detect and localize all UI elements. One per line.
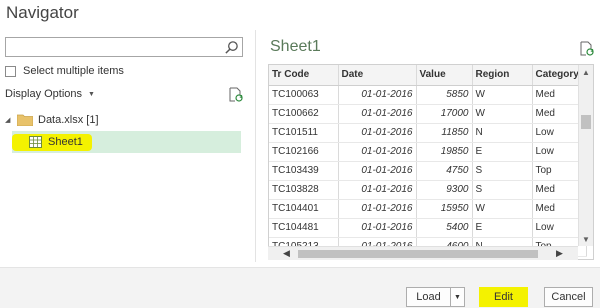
cancel-button[interactable]: Cancel bbox=[544, 287, 593, 307]
table-cell: 01-01-2016 bbox=[338, 104, 417, 124]
table-cell: E bbox=[472, 142, 533, 162]
table-cell: TC104481 bbox=[269, 218, 339, 238]
table-row: TC102166 01-01-2016 19850 E Low bbox=[269, 142, 587, 162]
column-header[interactable]: Tr Code bbox=[269, 65, 339, 86]
table-cell: N bbox=[472, 123, 533, 143]
scroll-thumb[interactable] bbox=[298, 250, 538, 258]
horizontal-scrollbar[interactable]: ◀ ▶ bbox=[268, 246, 578, 260]
table-row: TC104401 01-01-2016 15950 W Med bbox=[269, 199, 587, 219]
table-cell: S bbox=[472, 161, 533, 181]
table-cell: 01-01-2016 bbox=[338, 180, 417, 200]
refresh-icon[interactable] bbox=[580, 41, 594, 56]
table-cell: W bbox=[472, 85, 533, 105]
tree-item-file-label: Data.xlsx [1] bbox=[38, 114, 99, 126]
column-header[interactable]: Region bbox=[472, 65, 533, 86]
table-cell: TC103828 bbox=[269, 180, 339, 200]
column-header[interactable]: Value bbox=[416, 65, 473, 86]
table-cell: TC100063 bbox=[269, 85, 339, 105]
table-cell: 01-01-2016 bbox=[338, 161, 417, 181]
table-row: TC100063 01-01-2016 5850 W Med bbox=[269, 85, 587, 105]
sheet-icon bbox=[29, 136, 42, 148]
display-options-dropdown[interactable]: Display Options ▼ bbox=[5, 88, 95, 100]
preview-table: Tr Code Date Value Region Category TC100… bbox=[269, 65, 587, 257]
load-dropdown-button[interactable]: ▼ bbox=[451, 287, 465, 307]
preview-grid[interactable]: Tr Code Date Value Region Category TC100… bbox=[268, 64, 594, 260]
table-cell: 9300 bbox=[416, 180, 473, 200]
scroll-left-icon[interactable]: ◀ bbox=[283, 248, 290, 259]
search-icon[interactable] bbox=[224, 40, 239, 55]
table-cell: TC101511 bbox=[269, 123, 339, 143]
table-cell: W bbox=[472, 104, 533, 124]
table-cell: 5850 bbox=[416, 85, 473, 105]
table-cell: TC102166 bbox=[269, 142, 339, 162]
select-multiple-label: Select multiple items bbox=[23, 65, 124, 77]
tree-item-data-xlsx[interactable]: ◢ Data.xlsx [1] bbox=[5, 112, 99, 128]
table-cell: 5400 bbox=[416, 218, 473, 238]
table-cell: 01-01-2016 bbox=[338, 199, 417, 219]
scroll-up-icon[interactable]: ▲ bbox=[582, 68, 590, 77]
tree-item-sheet-label: Sheet1 bbox=[48, 136, 83, 148]
scroll-right-icon[interactable]: ▶ bbox=[556, 248, 563, 259]
table-cell: 01-01-2016 bbox=[338, 85, 417, 105]
table-row: TC101511 01-01-2016 11850 N Low bbox=[269, 123, 587, 143]
table-row: TC100662 01-01-2016 17000 W Med bbox=[269, 104, 587, 124]
preview-title: Sheet1 bbox=[270, 38, 321, 55]
table-cell: 17000 bbox=[416, 104, 473, 124]
select-multiple-checkbox[interactable] bbox=[5, 65, 16, 77]
table-row: TC103439 01-01-2016 4750 S Top bbox=[269, 161, 587, 181]
expand-triangle-icon[interactable]: ◢ bbox=[5, 116, 17, 124]
window-title: Navigator bbox=[6, 3, 79, 22]
column-header[interactable]: Date bbox=[338, 65, 417, 86]
vertical-scrollbar[interactable]: ▲ ▼ bbox=[578, 65, 593, 246]
table-cell: TC104401 bbox=[269, 199, 339, 219]
scroll-thumb[interactable] bbox=[581, 115, 591, 129]
edit-button[interactable]: Edit bbox=[479, 287, 528, 307]
table-cell: W bbox=[472, 199, 533, 219]
tree-item-sheet1[interactable]: Sheet1 bbox=[12, 131, 241, 153]
dialog-footer: Load ▼ Edit Cancel bbox=[0, 267, 600, 308]
table-cell: 01-01-2016 bbox=[338, 123, 417, 143]
table-cell: 11850 bbox=[416, 123, 473, 143]
table-header-row: Tr Code Date Value Region Category bbox=[269, 65, 587, 86]
scroll-down-icon[interactable]: ▼ bbox=[582, 235, 590, 244]
display-options-label: Display Options bbox=[5, 88, 83, 100]
search-input[interactable] bbox=[5, 37, 243, 57]
select-multiple-option[interactable]: Select multiple items bbox=[5, 65, 124, 77]
chevron-down-icon: ▼ bbox=[88, 90, 95, 98]
table-cell: 19850 bbox=[416, 142, 473, 162]
table-cell: S bbox=[472, 180, 533, 200]
load-button[interactable]: Load bbox=[406, 287, 451, 307]
table-row: TC104481 01-01-2016 5400 E Low bbox=[269, 218, 587, 238]
table-cell: 4750 bbox=[416, 161, 473, 181]
refresh-icon[interactable] bbox=[229, 87, 243, 102]
table-cell: E bbox=[472, 218, 533, 238]
table-cell: 01-01-2016 bbox=[338, 142, 417, 162]
table-cell: 01-01-2016 bbox=[338, 218, 417, 238]
table-row: TC103828 01-01-2016 9300 S Med bbox=[269, 180, 587, 200]
pane-divider[interactable] bbox=[255, 30, 256, 262]
folder-icon bbox=[17, 114, 33, 126]
table-cell: TC103439 bbox=[269, 161, 339, 181]
table-cell: TC100662 bbox=[269, 104, 339, 124]
chevron-down-icon: ▼ bbox=[454, 293, 461, 301]
table-cell: 15950 bbox=[416, 199, 473, 219]
